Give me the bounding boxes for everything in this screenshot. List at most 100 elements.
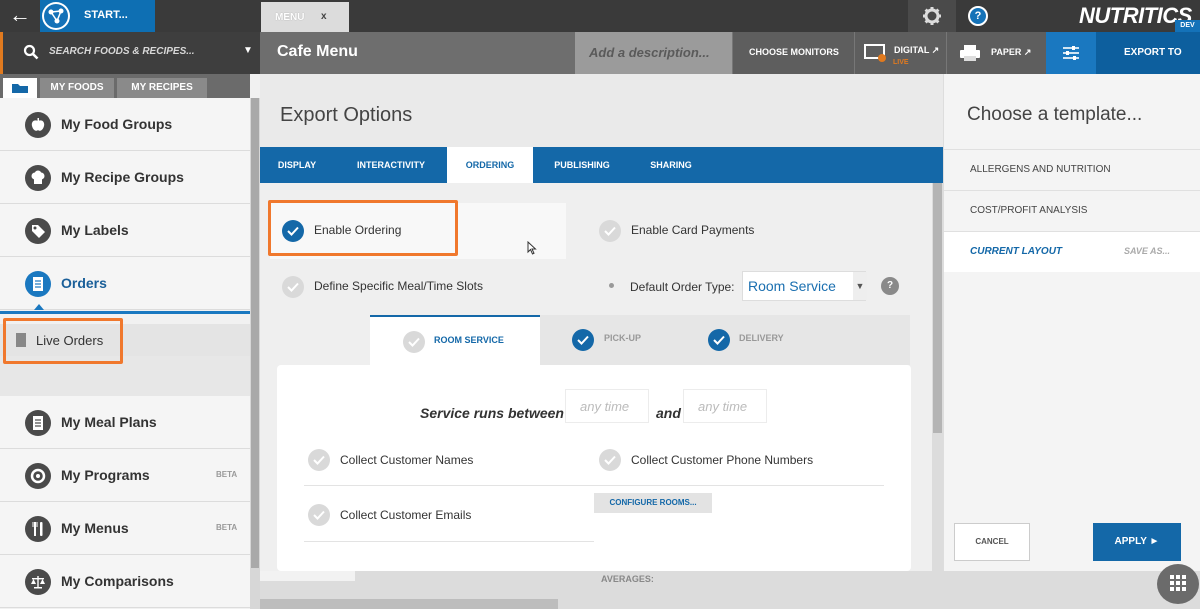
sidebar-tab-my-recipes[interactable]: MY RECIPES bbox=[117, 78, 207, 98]
tag-icon bbox=[25, 218, 51, 244]
sidebar-item-my-food-groups[interactable]: My Food Groups bbox=[0, 98, 250, 151]
sidebar-tab-folder[interactable] bbox=[3, 78, 37, 98]
menu-toolbar: SEARCH FOODS & RECIPES... ▼ Cafe Menu Ad… bbox=[0, 32, 1200, 80]
description-placeholder: Add a description... bbox=[589, 45, 710, 60]
export-to-button[interactable]: EXPORT TO bbox=[1096, 32, 1200, 74]
scales-icon bbox=[25, 569, 51, 595]
highlight-enable-ordering bbox=[268, 200, 458, 256]
sidebar-item-my-recipe-groups[interactable]: My Recipe Groups bbox=[0, 151, 250, 204]
sidebar-item-label: My Programs bbox=[61, 467, 150, 483]
sidebar-scrollbar-thumb[interactable] bbox=[251, 98, 259, 568]
averages-label: AVERAGES: bbox=[601, 574, 654, 584]
subtab-room-service[interactable]: ROOM SERVICE bbox=[370, 315, 540, 365]
grid-view-button[interactable] bbox=[1157, 564, 1199, 604]
help-button[interactable]: ? bbox=[956, 0, 1002, 32]
tab-interactivity[interactable]: INTERACTIVITY bbox=[334, 147, 448, 183]
center-scrollbar-thumb[interactable] bbox=[933, 183, 942, 433]
tab-sharing[interactable]: SHARING bbox=[631, 147, 711, 183]
tab-publishing[interactable]: PUBLISHING bbox=[533, 147, 631, 183]
pick-up-checkbox[interactable] bbox=[572, 329, 594, 351]
service-runs-label: Service runs between bbox=[420, 405, 564, 421]
subtab-pick-up[interactable]: PICK-UP bbox=[540, 315, 676, 365]
delivery-checkbox[interactable] bbox=[708, 329, 730, 351]
export-settings-button[interactable] bbox=[1046, 32, 1096, 80]
center-scrollbar[interactable] bbox=[932, 183, 943, 571]
divider bbox=[304, 485, 884, 486]
search-bar[interactable]: SEARCH FOODS & RECIPES... ▼ bbox=[0, 32, 260, 74]
start-logo-icon bbox=[42, 2, 70, 30]
check-icon bbox=[313, 455, 325, 465]
env-badge: DEV bbox=[1175, 20, 1200, 32]
service-start-field[interactable]: any time bbox=[565, 389, 649, 423]
template-panel: Choose a template... ALLERGENS AND NUTRI… bbox=[943, 74, 1200, 571]
template-allergens-nutrition[interactable]: ALLERGENS AND NUTRITION bbox=[944, 149, 1200, 190]
chevron-down-icon[interactable]: ▼ bbox=[853, 272, 867, 300]
sidebar-item-my-programs[interactable]: My Programs BETA bbox=[0, 449, 250, 502]
bullet bbox=[609, 283, 614, 288]
service-end-field[interactable]: any time bbox=[683, 389, 767, 423]
beta-badge: BETA bbox=[216, 523, 238, 532]
help-icon: ? bbox=[968, 6, 988, 26]
tab-display[interactable]: DISPLAY bbox=[260, 147, 334, 183]
subtab-delivery[interactable]: DELIVERY bbox=[676, 315, 910, 365]
define-slots-checkbox[interactable] bbox=[282, 276, 304, 298]
template-current-layout[interactable]: CURRENT LAYOUT SAVE AS... bbox=[944, 231, 1200, 272]
bottom-strip: AVERAGES: bbox=[260, 564, 1200, 609]
save-as-button[interactable]: SAVE AS... bbox=[1124, 246, 1170, 256]
default-order-type-value: Room Service bbox=[748, 278, 836, 294]
cancel-button[interactable]: CANCEL bbox=[954, 523, 1030, 561]
sidebar-item-my-menus[interactable]: My Menus BETA bbox=[0, 502, 250, 555]
sidebar-tab-my-foods[interactable]: MY FOODS bbox=[40, 78, 114, 98]
bottom-panel bbox=[260, 571, 355, 581]
active-indicator bbox=[0, 311, 250, 314]
sidebar-item-my-meal-plans[interactable]: My Meal Plans bbox=[0, 396, 250, 449]
sidebar-item-label: My Menus bbox=[61, 520, 129, 536]
description-field[interactable]: Add a description... bbox=[575, 32, 732, 74]
grid-icon bbox=[1170, 575, 1186, 591]
page-title: Cafe Menu bbox=[277, 43, 358, 60]
program-icon bbox=[25, 463, 51, 489]
paper-button[interactable]: PAPER ↗ bbox=[946, 32, 1046, 74]
check-icon bbox=[604, 455, 616, 465]
collect-phones-checkbox[interactable] bbox=[599, 449, 621, 471]
sidebar-item-label: Orders bbox=[61, 275, 107, 291]
paper-label: PAPER ↗ bbox=[991, 47, 1032, 57]
settings-button[interactable] bbox=[908, 0, 956, 32]
sliders-icon bbox=[1063, 46, 1079, 60]
collect-emails-checkbox[interactable] bbox=[308, 504, 330, 526]
default-order-type-select[interactable]: Room Service ▼ bbox=[742, 271, 867, 301]
choose-monitors-button[interactable]: CHOOSE MONITORS bbox=[732, 32, 854, 74]
enable-card-payments-label: Enable Card Payments bbox=[631, 223, 755, 237]
default-order-type-label: Default Order Type: bbox=[630, 280, 735, 294]
sidebar-item-my-labels[interactable]: My Labels bbox=[0, 204, 250, 257]
collect-names-checkbox[interactable] bbox=[308, 449, 330, 471]
sidebar-scrollbar[interactable] bbox=[250, 98, 260, 609]
tab-ordering[interactable]: ORDERING bbox=[447, 147, 533, 183]
collect-emails-label: Collect Customer Emails bbox=[340, 508, 472, 522]
order-type-tabs: ROOM SERVICE PICK-UP DELIVERY bbox=[370, 315, 910, 365]
tab-close-icon[interactable]: x bbox=[321, 11, 327, 22]
digital-label: DIGITAL ↗ bbox=[894, 45, 940, 55]
sidebar-item-my-comparisons[interactable]: My Comparisons bbox=[0, 555, 250, 608]
apply-button[interactable]: APPLY ► bbox=[1093, 523, 1181, 561]
room-service-checkbox[interactable] bbox=[403, 331, 425, 353]
cutlery-icon bbox=[25, 516, 51, 542]
top-bar: ← START... MENU x ? NUTRITICS DEV bbox=[0, 0, 1200, 32]
apple-icon bbox=[25, 112, 51, 138]
template-label: ALLERGENS AND NUTRITION bbox=[970, 164, 1111, 175]
tab-menu[interactable]: MENU x bbox=[261, 2, 349, 32]
start-button[interactable]: START... bbox=[40, 0, 155, 32]
back-arrow-icon[interactable]: ← bbox=[0, 0, 40, 32]
bottom-scrollbar[interactable] bbox=[260, 599, 558, 609]
digital-button[interactable]: DIGITAL ↗ LIVE bbox=[854, 32, 946, 74]
document-icon bbox=[25, 410, 51, 436]
search-input[interactable]: SEARCH FOODS & RECIPES... bbox=[49, 46, 195, 57]
chevron-down-icon[interactable]: ▼ bbox=[243, 45, 253, 56]
sidebar-item-orders[interactable]: Orders bbox=[0, 257, 250, 310]
help-icon[interactable]: ? bbox=[881, 277, 899, 295]
export-tabs: DISPLAY INTERACTIVITY ORDERING PUBLISHIN… bbox=[260, 147, 943, 183]
enable-card-payments-checkbox[interactable] bbox=[599, 220, 621, 242]
configure-rooms-button[interactable]: CONFIGURE ROOMS... bbox=[594, 493, 712, 513]
template-cost-profit[interactable]: COST/PROFIT ANALYSIS bbox=[944, 190, 1200, 231]
check-icon bbox=[313, 510, 325, 520]
